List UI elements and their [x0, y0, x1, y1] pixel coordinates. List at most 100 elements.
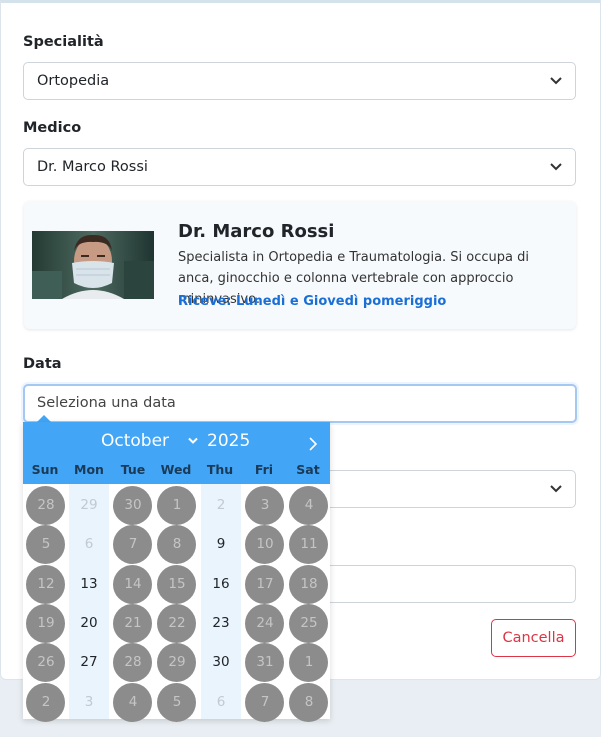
calendar-day-number: 26: [37, 654, 55, 671]
calendar-day: 19: [26, 603, 66, 643]
calendar-day[interactable]: 16: [201, 566, 241, 603]
doctor-select[interactable]: Dr. Marco Rossi: [23, 148, 576, 186]
calendar-day-number: 8: [172, 536, 182, 553]
calendar-day-number: 25: [300, 614, 318, 631]
calendar-day-number: 5: [41, 536, 51, 553]
date-input-placeholder: Seleziona una data: [37, 395, 176, 411]
calendar-day-number: 6: [84, 536, 94, 553]
calendar-day: 29: [69, 487, 109, 524]
calendar-day: 2: [201, 487, 241, 524]
calendar-day: 10: [245, 525, 285, 565]
calendar-day: 25: [289, 603, 329, 643]
calendar-day: 24: [245, 603, 285, 643]
weekday-label: Tue: [120, 462, 146, 477]
calendar-day-number: 8: [304, 693, 314, 710]
chevron-down-icon[interactable]: [188, 437, 198, 445]
calendar-day-number: 29: [168, 654, 186, 671]
weekday-label: Thu: [206, 462, 234, 477]
calendar-day-number: 24: [256, 614, 274, 631]
calendar-day: 5: [26, 525, 66, 565]
weekday-label: Mon: [74, 462, 104, 477]
date-picker-calendar: October 2025 Sun Mon Tue Wed Thu Fri Sat…: [23, 422, 330, 722]
calendar-day[interactable]: 9: [201, 526, 241, 563]
calendar-day: 3: [245, 486, 285, 525]
calendar-day: 4: [289, 486, 329, 525]
doctor-info-card: Dr. Marco Rossi Specialista in Ortopedia…: [24, 201, 576, 329]
calendar-day: 5: [157, 682, 197, 722]
calendar-day: 17: [245, 564, 285, 604]
specialty-select[interactable]: Ortopedia: [23, 62, 576, 100]
calendar-day: 12: [26, 564, 66, 604]
weekday-label: Sun: [31, 462, 59, 477]
calendar-day-number: 18: [300, 575, 318, 592]
calendar-day-number: 1: [172, 497, 182, 513]
calendar-month-select[interactable]: October: [101, 431, 169, 451]
calendar-day-number: 1: [304, 654, 314, 671]
doctor-hours: Riceve: Lunedì e Giovedì pomeriggio: [178, 294, 447, 309]
calendar-day: 29: [157, 643, 197, 683]
specialty-label: Specialità: [23, 34, 104, 50]
doctor-name: Dr. Marco Rossi: [178, 221, 335, 242]
calendar-day-number: 14: [124, 575, 142, 592]
calendar-day: 14: [113, 564, 153, 604]
calendar-day: 22: [157, 603, 197, 643]
calendar-days-grid: 28 29 30 1 2 3 4 5 6 7 8 9 10 11 12 13 14 15 16 17 18 19 20 21 2…: [23, 484, 330, 722]
calendar-day: 28: [26, 486, 66, 525]
calendar-day: 4: [113, 682, 153, 722]
date-label: Data: [23, 356, 62, 372]
calendar-day-number: 19: [37, 614, 55, 631]
calendar-day[interactable]: 23: [201, 605, 241, 642]
weekday-label: Wed: [160, 462, 192, 477]
doctor-select-value: Dr. Marco Rossi: [37, 159, 148, 175]
calendar-header: October 2025 Sun Mon Tue Wed Thu Fri Sat: [23, 422, 330, 484]
doctor-label: Medico: [23, 120, 82, 136]
calendar-day: 6: [69, 526, 109, 563]
calendar-day-number: 9: [216, 536, 226, 553]
calendar-day[interactable]: 27: [69, 644, 109, 681]
calendar-day-number: 15: [168, 575, 186, 592]
date-input[interactable]: Seleziona una data: [23, 384, 577, 423]
calendar-day: 21: [113, 603, 153, 643]
calendar-day[interactable]: 30: [201, 644, 241, 681]
calendar-day: 18: [289, 564, 329, 604]
chevron-down-icon: [550, 163, 562, 171]
calendar-day-number: 2: [216, 497, 226, 513]
calendar-weekdays: Sun Mon Tue Wed Thu Fri Sat: [23, 462, 330, 482]
calendar-day-number: 2: [41, 693, 51, 710]
calendar-year-input[interactable]: 2025: [207, 431, 250, 451]
calendar-day: 15: [157, 564, 197, 604]
calendar-day[interactable]: 20: [69, 605, 109, 642]
calendar-day-number: 4: [128, 693, 138, 710]
calendar-day-number: 21: [124, 614, 142, 631]
calendar-day-number: 7: [260, 693, 270, 710]
calendar-day-number: 7: [128, 536, 138, 553]
calendar-day-number: 30: [124, 497, 142, 513]
calendar-day: 31: [245, 643, 285, 683]
calendar-day-number: 6: [216, 693, 226, 710]
cancel-button[interactable]: Cancella: [491, 619, 576, 657]
doctor-photo: [32, 231, 154, 299]
chevron-down-icon: [550, 77, 562, 85]
calendar-pointer: [37, 415, 51, 422]
calendar-day[interactable]: 13: [69, 566, 109, 603]
chevron-right-icon[interactable]: [308, 437, 318, 451]
calendar-day-number: 23: [212, 614, 230, 631]
calendar-day-number: 17: [256, 575, 274, 592]
calendar-day: 8: [157, 525, 197, 565]
calendar-day: 26: [26, 643, 66, 683]
calendar-day-number: 31: [256, 654, 274, 671]
calendar-day-number: 3: [84, 693, 94, 710]
calendar-day-number: 4: [304, 497, 314, 513]
calendar-day: 2: [26, 682, 66, 722]
chevron-down-icon: [550, 485, 562, 493]
calendar-day-number: 30: [212, 654, 230, 671]
calendar-day: 1: [157, 486, 197, 525]
weekday-label: Fri: [254, 462, 274, 477]
calendar-day: 30: [113, 486, 153, 525]
calendar-day-number: 28: [37, 497, 55, 513]
weekday-label: Sat: [296, 462, 320, 477]
calendar-day-number: 12: [37, 575, 55, 592]
calendar-day: 3: [69, 684, 109, 721]
calendar-day: 7: [245, 682, 285, 722]
calendar-day: 11: [289, 525, 329, 565]
